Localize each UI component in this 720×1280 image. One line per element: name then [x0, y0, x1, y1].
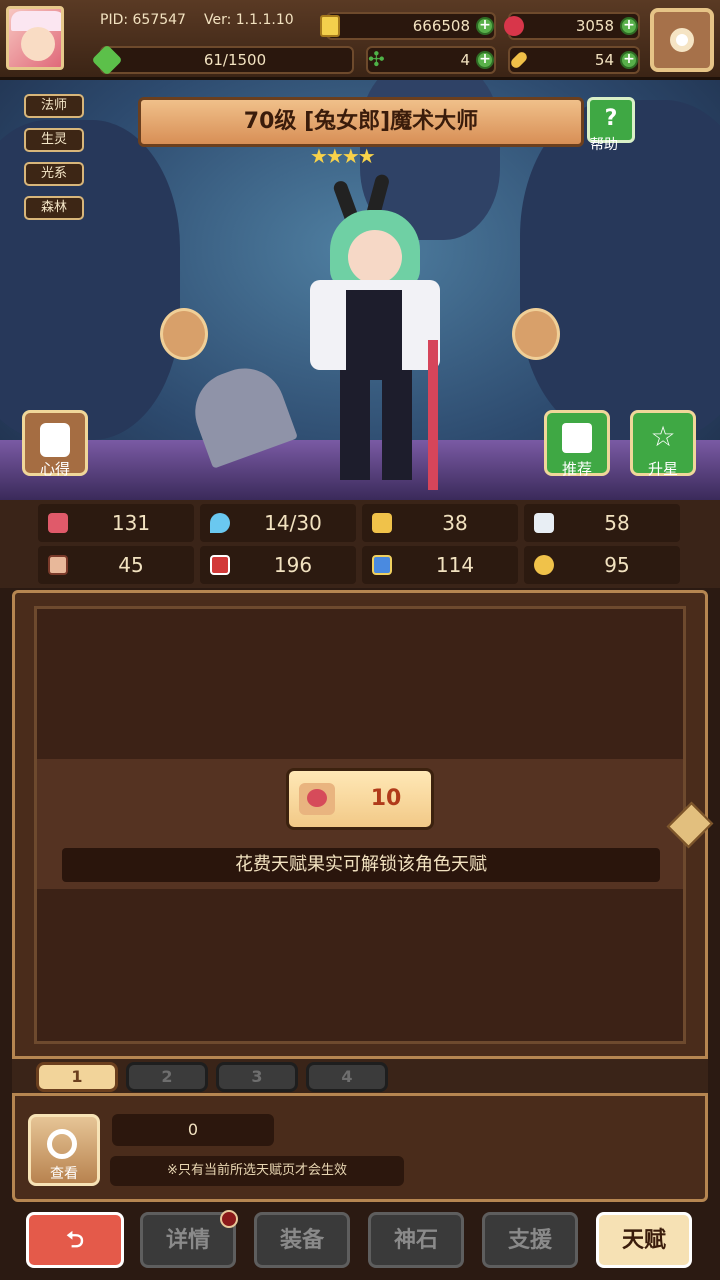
view-button[interactable]: 查看	[28, 1114, 100, 1186]
coin-value: 666508	[412, 17, 470, 35]
add-bone-button[interactable]: +	[620, 51, 638, 69]
tag-element: 光系	[24, 162, 84, 186]
stat-speed: 58	[524, 504, 680, 542]
hero-sprite[interactable]	[300, 170, 450, 490]
settings-button[interactable]	[650, 8, 714, 72]
clover-counter: ✣ 4 +	[366, 46, 496, 74]
talent-page-3[interactable]: 3	[216, 1062, 298, 1092]
nav-stone[interactable]: 神石	[368, 1212, 464, 1268]
wing-icon	[534, 513, 554, 533]
version-label: Ver: 1.1.1.10	[203, 12, 294, 28]
view-label: 查看	[50, 1166, 78, 1182]
star-icon: ☆	[650, 420, 676, 453]
stat-value: 95	[604, 553, 630, 577]
tag-race: 生灵	[24, 128, 84, 152]
stat-value: 58	[604, 511, 630, 535]
red-gem-icon	[504, 16, 524, 36]
heart-icon	[48, 513, 68, 533]
mana-drop-icon	[210, 513, 230, 533]
return-arrow-icon: ⮌	[66, 1228, 84, 1253]
nav-equip[interactable]: 装备	[254, 1212, 350, 1268]
book-icon	[210, 555, 230, 575]
tag-terrain: 森林	[24, 196, 84, 220]
back-button[interactable]: ⮌	[26, 1212, 124, 1268]
coin-counter: 666508 +	[320, 12, 496, 40]
talent-fruit-icon	[299, 783, 335, 815]
insight-label: 心得	[39, 460, 70, 478]
stat-luck: 95	[524, 546, 680, 584]
stat-mana: 14/30	[200, 504, 356, 542]
recommend-label: 推荐	[561, 460, 592, 478]
gem-value: 3058	[575, 17, 614, 35]
player-id: PID: 657547	[100, 12, 186, 28]
magnifier-icon	[47, 1129, 77, 1159]
bone-value: 54	[594, 51, 614, 69]
unlock-cost: 10	[370, 786, 402, 811]
flag-icon	[372, 555, 392, 575]
bone-icon	[509, 50, 529, 70]
talent-page-hint: ※只有当前所选天赋页才会生效	[110, 1156, 404, 1186]
backpack-icon	[40, 423, 70, 457]
stat-value: 45	[118, 553, 144, 577]
stat-defense: 38	[362, 504, 518, 542]
stat-value: 38	[442, 511, 468, 535]
fist-icon	[48, 555, 68, 575]
bone-counter: 54 +	[508, 46, 640, 74]
star-up-label: 升星	[647, 460, 678, 478]
add-clover-button[interactable]: +	[476, 51, 494, 69]
help-label: 帮助	[590, 137, 618, 153]
stat-resist: 114	[362, 546, 518, 584]
stat-value: 196	[273, 553, 313, 577]
stat-magic: 196	[200, 546, 356, 584]
talent-page-4[interactable]: 4	[306, 1062, 388, 1092]
unlock-note: 花费天赋果实可解锁该角色天赋	[62, 848, 660, 882]
stat-hp: 131	[38, 504, 194, 542]
player-avatar[interactable]	[6, 6, 64, 70]
tag-class: 法师	[24, 94, 84, 118]
star-rating: ★★★★	[310, 144, 376, 168]
stat-attack: 45	[38, 546, 194, 584]
coin-icon	[320, 15, 340, 37]
nav-talent[interactable]: 天赋	[596, 1212, 692, 1268]
hero-title-banner: 70级 [兔女郎]魔术大师	[138, 97, 584, 147]
notification-dot	[220, 1210, 238, 1228]
horseshoe-icon	[534, 555, 554, 575]
talent-page-2[interactable]: 2	[126, 1062, 208, 1092]
exp-bar: 61/1500	[91, 44, 354, 76]
gem-counter: 3058 +	[504, 12, 640, 40]
stat-value: 131	[111, 511, 151, 535]
clover-value: 4	[460, 51, 470, 69]
add-gem-button[interactable]: +	[620, 17, 638, 35]
gear-icon	[670, 28, 694, 52]
stat-value: 114	[435, 553, 475, 577]
unlock-talent-button[interactable]: 10	[286, 768, 434, 830]
exp-value: 61/1500	[203, 51, 267, 69]
right-arrow-medallion[interactable]	[512, 308, 560, 360]
thumbs-up-icon	[562, 423, 592, 453]
talent-page-1[interactable]: 1	[36, 1062, 118, 1092]
nav-support[interactable]: 支援	[482, 1212, 578, 1268]
question-icon: ?	[604, 106, 618, 131]
clover-icon: ✣	[368, 47, 385, 71]
shield-icon	[372, 513, 392, 533]
left-arrow-medallion[interactable]	[160, 308, 208, 360]
fruit-count: 0	[112, 1114, 274, 1146]
stat-value: 14/30	[264, 511, 322, 535]
add-coin-button[interactable]: +	[476, 17, 494, 35]
